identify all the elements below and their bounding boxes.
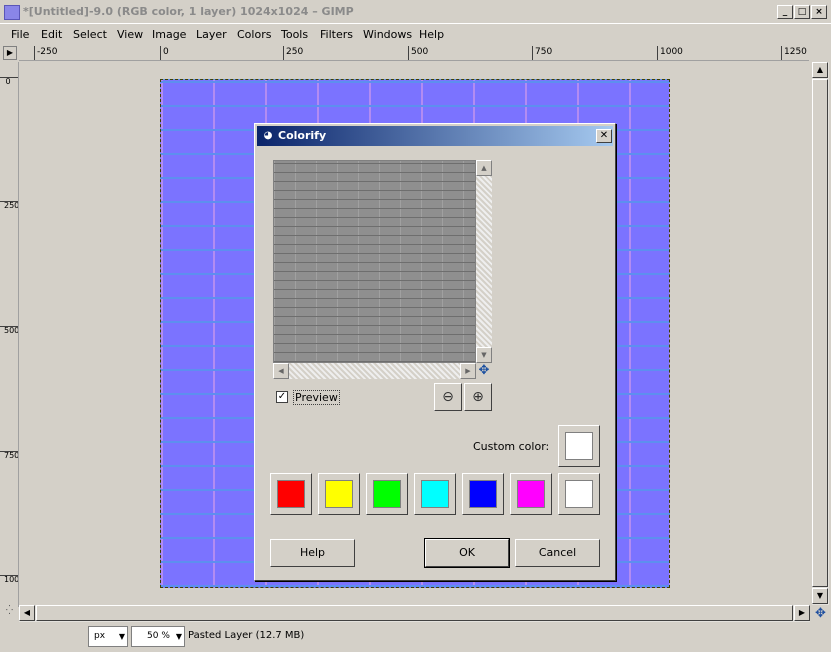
menu-layer[interactable]: Layer (196, 28, 227, 41)
zoom-in-button[interactable]: ⊕ (464, 383, 492, 411)
menu-edit[interactable]: Edit (41, 28, 62, 41)
ruler-label: -250 (37, 47, 58, 57)
swatch-magenta[interactable] (510, 473, 552, 515)
ruler-tick: 1250 (781, 46, 807, 60)
zoom-out-icon: ⊖ (442, 389, 454, 405)
cancel-button[interactable]: Cancel (515, 539, 600, 567)
ruler-label: 500 (411, 47, 429, 57)
ruler-label: 0 (163, 47, 169, 57)
ruler-tick: 750 (532, 46, 552, 60)
gimp-wilber-icon: ◕ (263, 130, 273, 141)
ruler-label: 750 (4, 451, 19, 460)
status-bar: px ▼ 50 % ▼ Pasted Layer (12.7 MB) (0, 623, 831, 652)
color-swatch (277, 480, 305, 508)
scroll-down-button[interactable]: ▼ (812, 588, 828, 604)
swatch-yellow[interactable] (318, 473, 360, 515)
custom-color-swatch (565, 432, 593, 460)
unit-dropdown[interactable]: px ▼ (88, 626, 128, 647)
unit-value: px (94, 631, 106, 641)
scroll-left-button[interactable]: ◀ (19, 605, 35, 621)
ruler-label: 250 (286, 47, 304, 57)
menu-help[interactable]: Help (419, 28, 444, 41)
ruler-tick: 250 (283, 46, 303, 60)
ruler-label: 500 (4, 326, 19, 335)
zoom-dropdown[interactable]: 50 % ▼ (131, 626, 185, 647)
zoom-value: 50 % (147, 631, 170, 641)
dialog-title-bar[interactable]: ◕ Colorify ✕ (257, 126, 613, 146)
swatch-cyan[interactable] (414, 473, 456, 515)
window-title: *[Untitled]-9.0 (RGB color, 1 layer) 102… (23, 5, 354, 18)
color-swatch (469, 480, 497, 508)
dialog-close-button[interactable]: ✕ (596, 129, 612, 143)
menu-file[interactable]: File (11, 28, 29, 41)
menu-windows[interactable]: Windows (363, 28, 412, 41)
menu-tools[interactable]: Tools (281, 28, 308, 41)
menu-view[interactable]: View (117, 28, 143, 41)
ruler-label: 1250 (784, 47, 807, 57)
color-swatch (517, 480, 545, 508)
menu-filters[interactable]: Filters (320, 28, 353, 41)
ruler-tick: 500 (408, 46, 428, 60)
preview-scroll-right-button[interactable]: ▶ (460, 363, 476, 379)
swatch-green[interactable] (366, 473, 408, 515)
navigate-icon[interactable]: ✥ (812, 605, 829, 622)
preview-navigate-icon[interactable]: ✥ (476, 363, 492, 379)
preview-checkbox[interactable]: ✓ (276, 391, 288, 403)
ruler-tick: 1000 (657, 46, 683, 60)
horizontal-scroll-thumb[interactable] (36, 605, 793, 621)
preview-image[interactable] (273, 160, 476, 363)
swatch-blue[interactable] (462, 473, 504, 515)
zoom-out-button[interactable]: ⊖ (434, 383, 462, 411)
vertical-scroll-thumb[interactable] (812, 79, 828, 587)
preview-scroll-left-button[interactable]: ◀ (273, 363, 289, 379)
ruler-label: 1000 (4, 575, 19, 584)
color-swatch (325, 480, 353, 508)
ruler-menu-button[interactable]: ▶ (3, 46, 17, 60)
title-bar: *[Untitled]-9.0 (RGB color, 1 layer) 102… (0, 0, 831, 24)
menu-image[interactable]: Image (152, 28, 186, 41)
preview-label[interactable]: Preview (293, 390, 340, 405)
dialog-title: Colorify (278, 129, 327, 142)
color-swatch (421, 480, 449, 508)
vertical-ruler: 0 250 500 750 1000 (0, 62, 19, 607)
preview-scroll-up-button[interactable]: ▲ (476, 160, 492, 176)
ok-button[interactable]: OK (424, 538, 510, 568)
color-swatch (565, 480, 593, 508)
menu-colors[interactable]: Colors (237, 28, 271, 41)
horizontal-ruler: -250 0 250 500 750 1000 1250 (19, 46, 809, 61)
horizontal-scrollbar[interactable]: ◀ ▶ (19, 605, 810, 622)
maximize-button[interactable]: □ (794, 5, 810, 19)
quick-mask-toggle-icon[interactable]: ⁛ (2, 606, 17, 621)
ruler-tick: 0 (160, 46, 169, 60)
swatch-red[interactable] (270, 473, 312, 515)
chevron-down-icon: ▼ (175, 632, 182, 641)
preview-vertical-scrollbar[interactable]: ▲ ▼ (476, 160, 492, 363)
swatch-white[interactable] (558, 473, 600, 515)
scroll-right-button[interactable]: ▶ (794, 605, 810, 621)
preview-horizontal-scrollbar[interactable]: ◀ ▶ (273, 363, 476, 379)
menu-select[interactable]: Select (73, 28, 107, 41)
ruler-tick: -250 (34, 46, 57, 60)
ruler-label: 750 (535, 47, 553, 57)
help-button[interactable]: Help (270, 539, 355, 567)
ruler-label: 0 (5, 77, 11, 86)
gimp-app-icon (4, 5, 20, 20)
color-swatch (373, 480, 401, 508)
minimize-button[interactable]: _ (777, 5, 793, 19)
menubar: File Edit Select View Image Layer Colors… (0, 25, 831, 45)
close-button[interactable]: × (811, 5, 827, 19)
preview-scroll-down-button[interactable]: ▼ (476, 347, 492, 363)
chevron-down-icon: ▼ (118, 632, 125, 641)
scroll-up-button[interactable]: ▲ (812, 62, 828, 78)
zoom-in-icon: ⊕ (472, 389, 484, 405)
custom-color-button[interactable] (558, 425, 600, 467)
ruler-label: 1000 (660, 47, 683, 57)
custom-color-label: Custom color: (473, 440, 550, 453)
colorify-dialog: ◕ Colorify ✕ ▲ ▼ ◀ ▶ ✥ ✓ Preview ⊖ ⊕ Cus… (254, 123, 616, 581)
status-message: Pasted Layer (12.7 MB) (188, 630, 305, 641)
ruler-label: 250 (4, 201, 19, 210)
vertical-scrollbar[interactable]: ▲ ▼ (812, 62, 829, 605)
